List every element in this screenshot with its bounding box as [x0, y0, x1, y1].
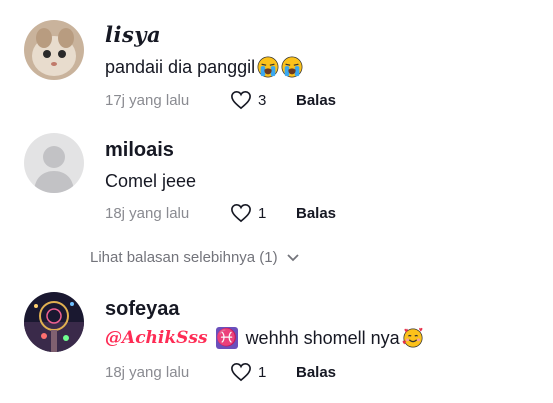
comment-text: pandaii dia panggil [105, 56, 303, 78]
heart-icon[interactable] [230, 362, 252, 382]
reply-button[interactable]: Balas [296, 92, 336, 109]
username[interactable]: sofeyaa [105, 298, 180, 321]
loudly-crying-face-icon [257, 56, 279, 78]
comment-text: Comel jeee [105, 171, 196, 192]
like-count: 3 [258, 91, 267, 109]
reply-button[interactable]: Balas [296, 364, 336, 381]
username[interactable]: lisya [105, 22, 161, 47]
comment-meta: 17j yang lalu 3 Balas [105, 90, 336, 110]
smiling-face-with-hearts-icon [402, 327, 423, 348]
loudly-crying-face-icon [281, 56, 303, 78]
timestamp: 18j yang lalu [105, 363, 190, 381]
pisces-icon: ♓ [215, 327, 238, 349]
mention-link[interactable]: @AchikSss [105, 328, 208, 348]
comment-meta: 18j yang lalu 1 Balas [105, 203, 336, 223]
timestamp: 18j yang lalu [105, 204, 190, 222]
view-more-replies-button[interactable]: Lihat balasan selebihnya (1) [90, 249, 300, 266]
chevron-down-icon [286, 253, 299, 261]
avatar[interactable] [24, 133, 84, 193]
username[interactable]: miloais [105, 139, 174, 162]
avatar[interactable] [24, 20, 84, 80]
comment-body: Comel jeee [105, 171, 197, 191]
comment-body: wehhh shomell nya [245, 327, 400, 348]
like-count: 1 [258, 363, 267, 381]
comment-body: pandaii dia panggil [105, 56, 256, 77]
reply-button[interactable]: Balas [296, 205, 336, 222]
timestamp: 17j yang lalu [105, 91, 190, 109]
heart-icon[interactable] [230, 90, 252, 110]
comment-text: @AchikSss ♓ wehhh shomell nya [105, 327, 424, 349]
view-more-replies-label: Lihat balasan selebihnya (1) [90, 249, 278, 266]
avatar[interactable] [24, 292, 84, 352]
like-count: 1 [258, 204, 267, 222]
comment-meta: 18j yang lalu 1 Balas [105, 362, 336, 382]
heart-icon[interactable] [230, 203, 252, 223]
